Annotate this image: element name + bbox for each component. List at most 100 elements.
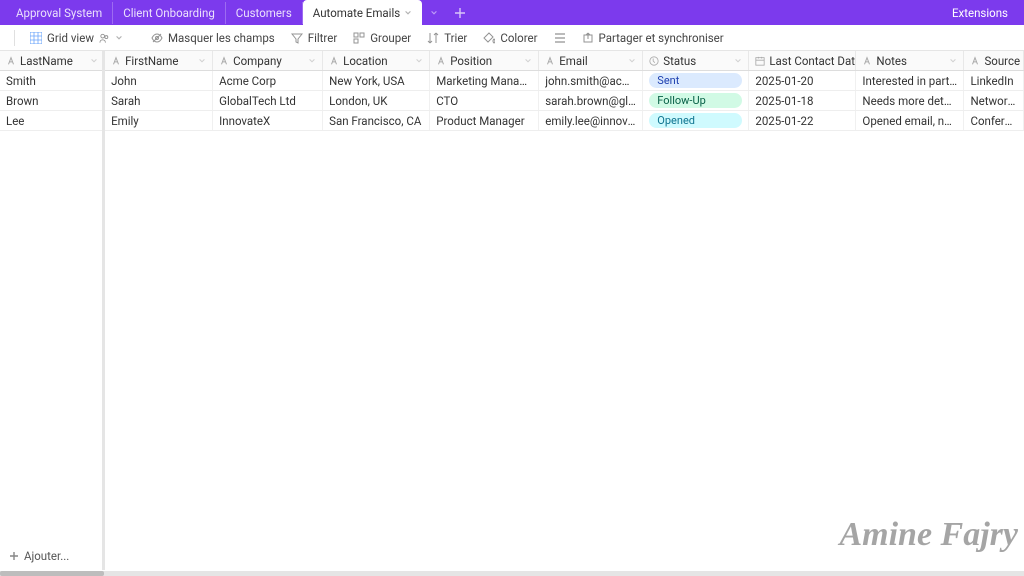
- cell-text: john.smith@acmecorp.com: [545, 74, 636, 88]
- cell-text: London, UK: [329, 94, 423, 108]
- table-cell[interactable]: Product Manager: [430, 111, 539, 130]
- chevron-down-icon: [198, 57, 206, 65]
- share-icon: [582, 32, 594, 44]
- column-label: Status: [663, 54, 696, 68]
- column-header[interactable]: Status: [643, 51, 749, 70]
- row-height-button[interactable]: [547, 29, 573, 47]
- table-cell[interactable]: john.smith@acmecorp.com: [539, 71, 643, 90]
- table-cell[interactable]: InnovateX: [213, 111, 323, 130]
- table-cell[interactable]: Lee: [0, 111, 105, 130]
- column-label: Source: [984, 54, 1020, 68]
- top-bar: Approval System Client Onboarding Custom…: [0, 0, 1024, 25]
- cell-text: Brown: [6, 94, 98, 108]
- group-label: Grouper: [370, 31, 411, 45]
- column-header[interactable]: FirstName: [105, 51, 213, 70]
- cell-text: Opened email, no reply yet: [862, 114, 957, 128]
- table-row[interactable]: Smith John Acme Corp New York, USA Marketing…: [0, 71, 1024, 91]
- table-cell[interactable]: Networking: [964, 91, 1024, 110]
- hide-fields-button[interactable]: Masquer les champs: [144, 28, 282, 48]
- table-cell[interactable]: LinkedIn: [964, 71, 1024, 90]
- chevron-down-icon: [415, 57, 423, 65]
- people-icon: [99, 32, 110, 44]
- cell-text: 2025-01-22: [755, 114, 849, 128]
- table-cell[interactable]: Needs more details about...: [856, 91, 964, 110]
- eye-off-icon: [151, 32, 163, 44]
- table-cell[interactable]: Conference: [964, 111, 1024, 130]
- table-cell[interactable]: GlobalTech Ltd: [213, 91, 323, 110]
- grid-icon: [30, 32, 42, 44]
- table-cell[interactable]: San Francisco, CA: [323, 111, 430, 130]
- color-label: Colorer: [500, 31, 537, 45]
- add-row-button[interactable]: Ajouter...: [2, 546, 75, 566]
- table-cell[interactable]: Opened email, no reply yet: [856, 111, 964, 130]
- table-cell[interactable]: sarah.brown@globaltech....: [539, 91, 643, 110]
- column-header[interactable]: Email: [539, 51, 643, 70]
- table-cell[interactable]: 2025-01-20: [749, 71, 856, 90]
- grid-view-button[interactable]: Grid view: [23, 28, 130, 48]
- table-cell[interactable]: Interested in partnership: [856, 71, 964, 90]
- table-cell[interactable]: New York, USA: [323, 71, 430, 90]
- column-header[interactable]: Notes: [856, 51, 964, 70]
- sort-button[interactable]: Trier: [420, 28, 474, 48]
- table-cell[interactable]: Brown: [0, 91, 105, 110]
- table-cell[interactable]: Opened: [643, 111, 749, 130]
- table-row[interactable]: Lee Emily InnovateX San Francisco, CAProduc…: [0, 111, 1024, 131]
- scrollbar-thumb[interactable]: [0, 571, 104, 576]
- group-button[interactable]: Grouper: [346, 28, 418, 48]
- table-cell[interactable]: Marketing Manager: [430, 71, 539, 90]
- table-cell[interactable]: Sarah: [105, 91, 213, 110]
- chevron-down-icon: [628, 57, 636, 65]
- tab-dropdown[interactable]: [422, 6, 446, 20]
- tab-automate-emails[interactable]: Automate Emails: [303, 0, 422, 25]
- column-header[interactable]: Position: [430, 51, 539, 70]
- cell-text: John: [111, 74, 206, 88]
- color-button[interactable]: Colorer: [476, 28, 544, 48]
- tab-customers[interactable]: Customers: [226, 2, 303, 24]
- column-header[interactable]: Source: [964, 51, 1024, 70]
- chevron-down-icon: [734, 57, 742, 65]
- cell-text: Lee: [6, 114, 98, 128]
- text-icon: [329, 56, 339, 66]
- column-header[interactable]: Location: [323, 51, 430, 70]
- column-label: LastName: [20, 54, 73, 68]
- column-label: Email: [559, 54, 587, 68]
- extensions-button[interactable]: Extensions: [942, 2, 1018, 24]
- table-cell[interactable]: 2025-01-22: [749, 111, 856, 130]
- cell-text: Marketing Manager: [436, 74, 532, 88]
- status-badge: Follow-Up: [649, 93, 742, 108]
- table-cell[interactable]: emily.lee@innovatex.com: [539, 111, 643, 130]
- cell-text: CTO: [436, 94, 532, 108]
- cell-text: InnovateX: [219, 114, 316, 128]
- grid-header: LastName FirstName Company LocationPosition…: [0, 51, 1024, 71]
- add-tab-button[interactable]: [446, 4, 474, 22]
- status-badge: Sent: [649, 73, 742, 88]
- horizontal-scrollbar[interactable]: [0, 571, 1024, 576]
- table-cell[interactable]: 2025-01-18: [749, 91, 856, 110]
- filter-button[interactable]: Filtrer: [284, 28, 345, 48]
- column-label: FirstName: [125, 54, 178, 68]
- column-label: Company: [233, 54, 282, 68]
- filter-label: Filtrer: [308, 31, 338, 45]
- tab-client-onboarding[interactable]: Client Onboarding: [113, 2, 226, 24]
- column-header[interactable]: LastName: [0, 51, 105, 70]
- table-cell[interactable]: Sent: [643, 71, 749, 90]
- column-header[interactable]: Last Contact Date: [749, 51, 856, 70]
- text-icon: [545, 56, 555, 66]
- table-row[interactable]: Brown SarahGlobalTech Ltd London, UK CTO sar…: [0, 91, 1024, 111]
- vertical-divider: [102, 51, 105, 570]
- column-header[interactable]: Company: [213, 51, 323, 70]
- cell-text: New York, USA: [329, 74, 423, 88]
- table-cell[interactable]: Acme Corp: [213, 71, 323, 90]
- tab-approval-system[interactable]: Approval System: [6, 2, 113, 24]
- table-cell[interactable]: Smith: [0, 71, 105, 90]
- table-cell[interactable]: CTO: [430, 91, 539, 110]
- share-sync-button[interactable]: Partager et synchroniser: [575, 28, 731, 48]
- grid-body: Smith John Acme Corp New York, USA Marketing…: [0, 71, 1024, 131]
- row-height-icon: [554, 32, 566, 44]
- table-cell[interactable]: London, UK: [323, 91, 430, 110]
- table-cell[interactable]: John: [105, 71, 213, 90]
- column-label: Last Contact Date: [769, 54, 856, 68]
- table-cell[interactable]: Follow-Up: [643, 91, 749, 110]
- table-cell[interactable]: Emily: [105, 111, 213, 130]
- text-icon: [111, 56, 121, 66]
